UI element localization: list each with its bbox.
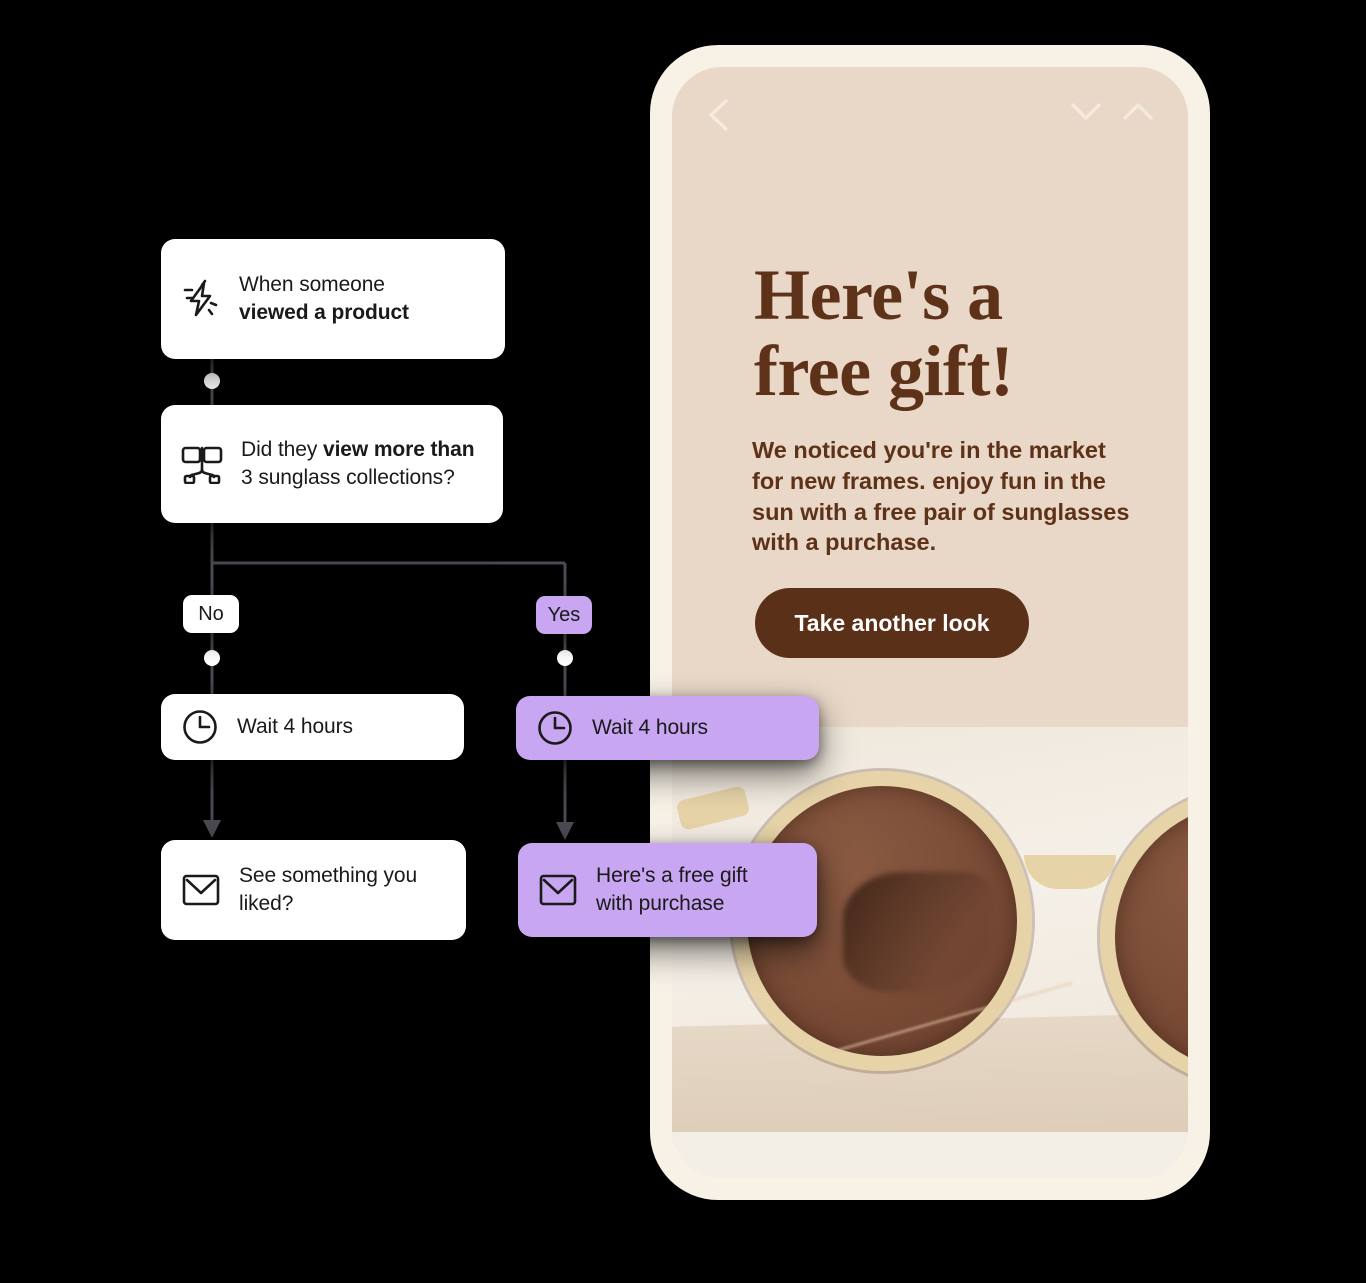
flow-card-email-yes-text: Here's a free gift with purchase xyxy=(596,862,748,917)
chevron-left-icon[interactable] xyxy=(704,95,734,135)
connector-dot-trigger xyxy=(204,373,220,389)
connector-dot-yes xyxy=(557,650,573,666)
email-yes-line-1: Here's a free gift xyxy=(596,864,748,888)
split-line-1-plain: Did they xyxy=(241,438,323,462)
connector-dot-no xyxy=(204,650,220,666)
phone-screen: Here's a free gift! We noticed you're in… xyxy=(672,67,1188,1178)
branch-label-yes[interactable]: Yes xyxy=(536,596,592,634)
flow-card-wait-no[interactable]: Wait 4 hours xyxy=(161,694,464,760)
flow-card-trigger[interactable]: When someone viewed a product xyxy=(161,239,505,359)
promo-flow-illustration: Here's a free gift! We noticed you're in… xyxy=(0,0,1366,1283)
flow-card-split[interactable]: Did they view more than 3 sunglass colle… xyxy=(161,405,503,523)
lens-glare xyxy=(843,872,993,992)
flow-card-wait-no-label: Wait 4 hours xyxy=(237,715,353,739)
arrowhead-no xyxy=(203,820,221,838)
flow-card-wait-yes[interactable]: Wait 4 hours xyxy=(516,696,819,760)
trigger-line-1: When someone xyxy=(239,273,385,297)
promo-headline: Here's a free gift! xyxy=(754,257,1148,410)
headline-line-1: Here's a xyxy=(754,255,1003,335)
take-another-look-button[interactable]: Take another look xyxy=(755,588,1029,658)
flow-card-wait-yes-label: Wait 4 hours xyxy=(592,716,708,740)
email-no-line-2: liked? xyxy=(239,892,294,915)
phone-mockup: Here's a free gift! We noticed you're in… xyxy=(650,45,1210,1200)
flow-card-email-no-text: See something you liked? xyxy=(239,862,417,917)
headline-line-2: free gift! xyxy=(754,331,1014,412)
chevron-up-icon[interactable] xyxy=(1120,97,1156,125)
phone-nav-bar xyxy=(700,93,1160,133)
split-line-2: 3 sunglass collections? xyxy=(241,466,455,489)
split-branch-icon xyxy=(181,446,223,484)
envelope-icon xyxy=(539,874,577,906)
flow-card-trigger-text: When someone viewed a product xyxy=(239,271,409,326)
arrowhead-yes xyxy=(556,822,574,840)
email-no-line-1: See something you xyxy=(239,864,418,888)
clock-icon xyxy=(538,711,572,745)
lightning-bolt-icon xyxy=(183,279,218,317)
envelope-icon xyxy=(182,874,220,906)
product-photo xyxy=(672,727,1188,1178)
branch-label-no[interactable]: No xyxy=(183,595,239,633)
clock-icon xyxy=(183,710,217,744)
email-yes-line-2: with purchase xyxy=(596,892,725,915)
promo-body-text: We noticed you're in the market for new … xyxy=(752,437,1130,556)
flow-card-email-yes[interactable]: Here's a free gift with purchase xyxy=(518,843,817,937)
split-line-1-bold: view more than xyxy=(322,438,475,462)
flow-card-split-text: Did they view more than 3 sunglass colle… xyxy=(241,436,475,491)
photo-surface-band-lower xyxy=(672,1132,1188,1178)
trigger-line-2: viewed a product xyxy=(239,301,409,324)
chevron-down-icon[interactable] xyxy=(1068,97,1104,125)
flow-card-email-no[interactable]: See something you liked? xyxy=(161,840,466,940)
